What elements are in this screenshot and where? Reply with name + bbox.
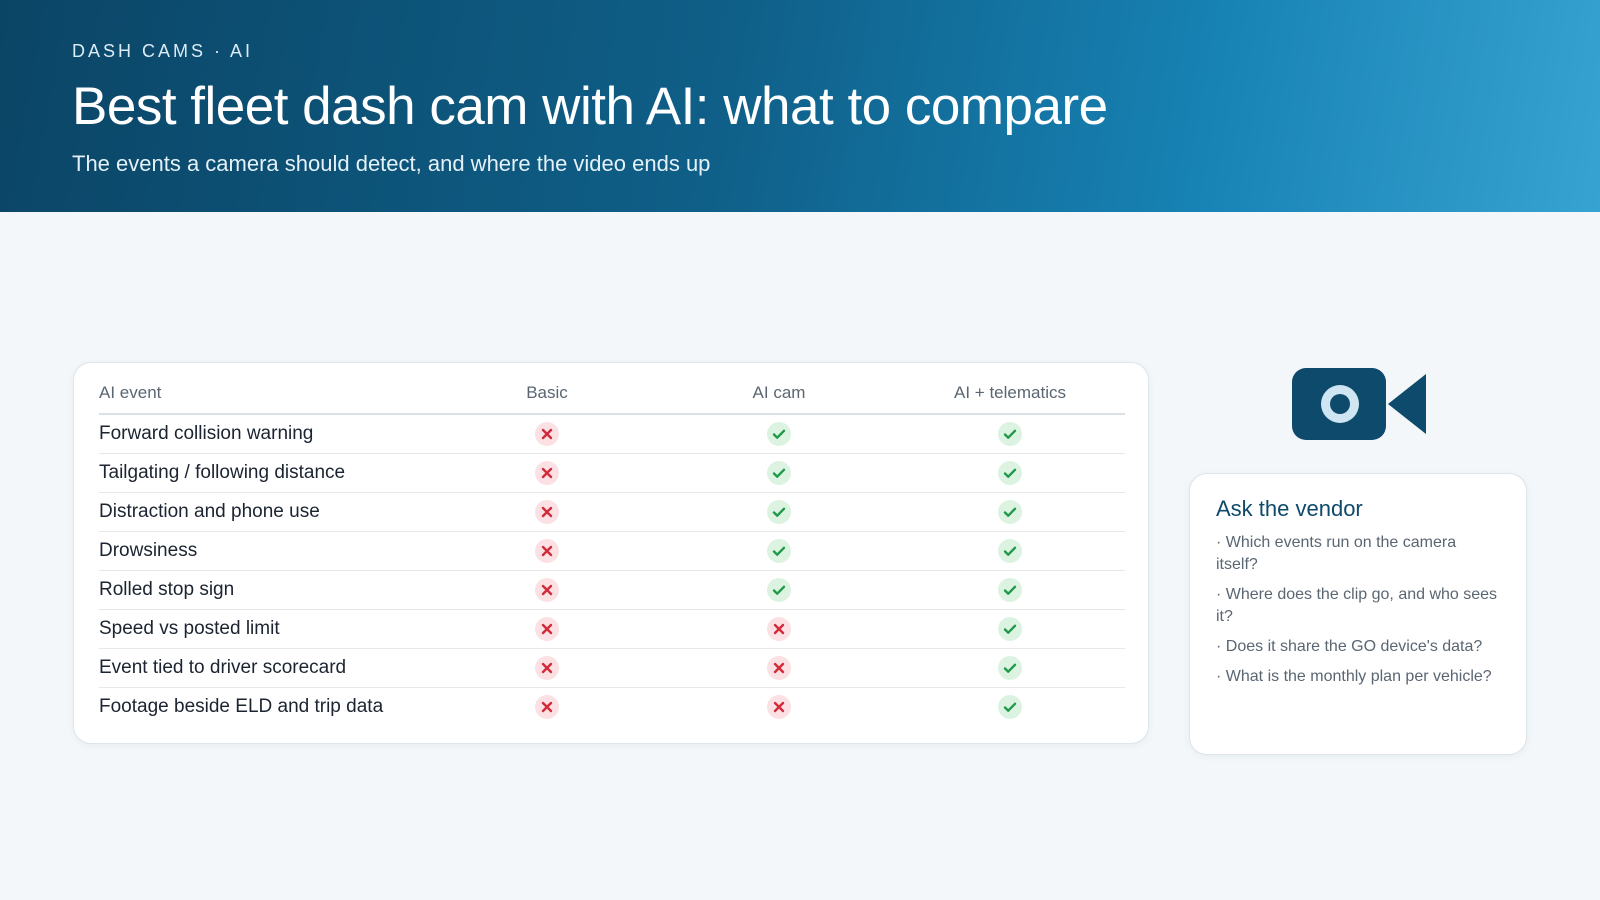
- cross-icon: [535, 539, 559, 563]
- event-name: Footage beside ELD and trip data: [99, 696, 384, 717]
- eyebrow-label: DASH CAMS · AI: [72, 41, 254, 61]
- event-name: Tailgating / following distance: [99, 453, 431, 493]
- cross-icon: [535, 656, 559, 680]
- cross-icon: [535, 461, 559, 485]
- cross-icon: [767, 656, 791, 680]
- cell-ai-cam: [663, 648, 895, 688]
- check-icon: [998, 539, 1022, 563]
- cell-ai-telematics: [895, 453, 1125, 493]
- cell-ai-cam: [663, 453, 895, 493]
- page-subtitle: The events a camera should detect, and w…: [72, 151, 711, 176]
- cross-icon: [535, 578, 559, 602]
- cell-basic: [431, 414, 663, 454]
- cell-ai-cam: [663, 688, 895, 727]
- vendor-questions-card: Ask the vendor · Which events run on the…: [1189, 473, 1527, 755]
- camera-lens: [1330, 394, 1350, 414]
- event-name: Event tied to driver scorecard: [99, 648, 431, 688]
- event-name: Speed vs posted limit: [99, 609, 431, 649]
- cell-basic: [431, 648, 663, 688]
- page-title: Best fleet dash cam with AI: what to com…: [72, 77, 1108, 136]
- cell-ai-cam: [663, 414, 895, 454]
- comparison-table: AI event Basic AI cam AI + telematics Fo…: [99, 373, 1125, 726]
- check-icon: [767, 539, 791, 563]
- table-row: Speed vs posted limit: [99, 609, 1125, 649]
- cell-ai-cam: [663, 531, 895, 571]
- cross-icon: [535, 695, 559, 719]
- cross-icon: [535, 500, 559, 524]
- header-banner: DASH CAMS · AI Best fleet dash cam with …: [0, 0, 1600, 212]
- event-name: Distraction and phone use: [99, 492, 431, 532]
- vendor-card-title: Ask the vendor: [1216, 496, 1363, 521]
- cell-ai-telematics: [895, 609, 1125, 649]
- cell-ai-telematics: [895, 492, 1125, 532]
- check-icon: [767, 578, 791, 602]
- cell-basic: [431, 570, 663, 610]
- table-row: Event tied to driver scorecard: [99, 648, 1125, 688]
- cell-basic: [431, 688, 663, 727]
- check-icon: [998, 617, 1022, 641]
- check-icon: [767, 500, 791, 524]
- vendor-question: · Which events run on the camera itself?: [1216, 534, 1457, 573]
- event-name: Drowsiness: [99, 531, 431, 571]
- vendor-question-list: · Which events run on the camera itself?…: [1216, 532, 1500, 688]
- check-icon: [998, 695, 1022, 719]
- cross-icon: [535, 617, 559, 641]
- table-row: Forward collision warning: [99, 414, 1125, 454]
- table-row: Footage beside ELD and trip data: [99, 688, 1125, 727]
- cell-basic: [431, 453, 663, 493]
- video-camera-icon: [1292, 368, 1426, 440]
- camera-viewfinder: [1388, 374, 1426, 434]
- cell-basic: [431, 531, 663, 571]
- check-icon: [767, 461, 791, 485]
- table-row: Distraction and phone use: [99, 492, 1125, 532]
- cell-basic: [431, 609, 663, 649]
- check-icon: [767, 422, 791, 446]
- table-header-row: AI event Basic AI cam AI + telematics: [99, 373, 1125, 415]
- cell-ai-cam: [663, 609, 895, 649]
- table-row: Rolled stop sign: [99, 570, 1125, 610]
- vendor-question: · Where does the clip go, and who sees i…: [1216, 586, 1498, 625]
- check-icon: [998, 422, 1022, 446]
- cell-ai-telematics: [895, 688, 1125, 727]
- cell-ai-telematics: [895, 414, 1125, 454]
- table-body: Forward collision warning Tailgating / fo…: [99, 414, 1125, 726]
- event-name: Forward collision warning: [99, 414, 431, 454]
- cell-ai-telematics: [895, 648, 1125, 688]
- cross-icon: [767, 617, 791, 641]
- comparison-card: AI event Basic AI cam AI + telematics Fo…: [73, 362, 1149, 744]
- cell-ai-cam: [663, 492, 895, 532]
- cross-icon: [767, 695, 791, 719]
- cell-ai-cam: [663, 570, 895, 610]
- column-header-ai-event: AI event: [99, 373, 431, 415]
- cell-basic: [431, 492, 663, 532]
- check-icon: [998, 578, 1022, 602]
- cell-ai-telematics: [895, 570, 1125, 610]
- check-icon: [998, 656, 1022, 680]
- check-icon: [998, 461, 1022, 485]
- column-header-basic: Basic: [431, 373, 663, 415]
- vendor-question: · Does it share the GO device's data?: [1216, 638, 1483, 655]
- cross-icon: [535, 422, 559, 446]
- cell-ai-telematics: [895, 531, 1125, 571]
- event-name: Rolled stop sign: [99, 570, 431, 610]
- table-row: Drowsiness: [99, 531, 1125, 571]
- column-header-ai-telematics: AI + telematics: [895, 373, 1125, 415]
- table-row: Tailgating / following distance: [99, 453, 1125, 493]
- check-icon: [998, 500, 1022, 524]
- vendor-question: · What is the monthly plan per vehicle?: [1216, 668, 1492, 685]
- column-header-ai-cam: AI cam: [663, 373, 895, 415]
